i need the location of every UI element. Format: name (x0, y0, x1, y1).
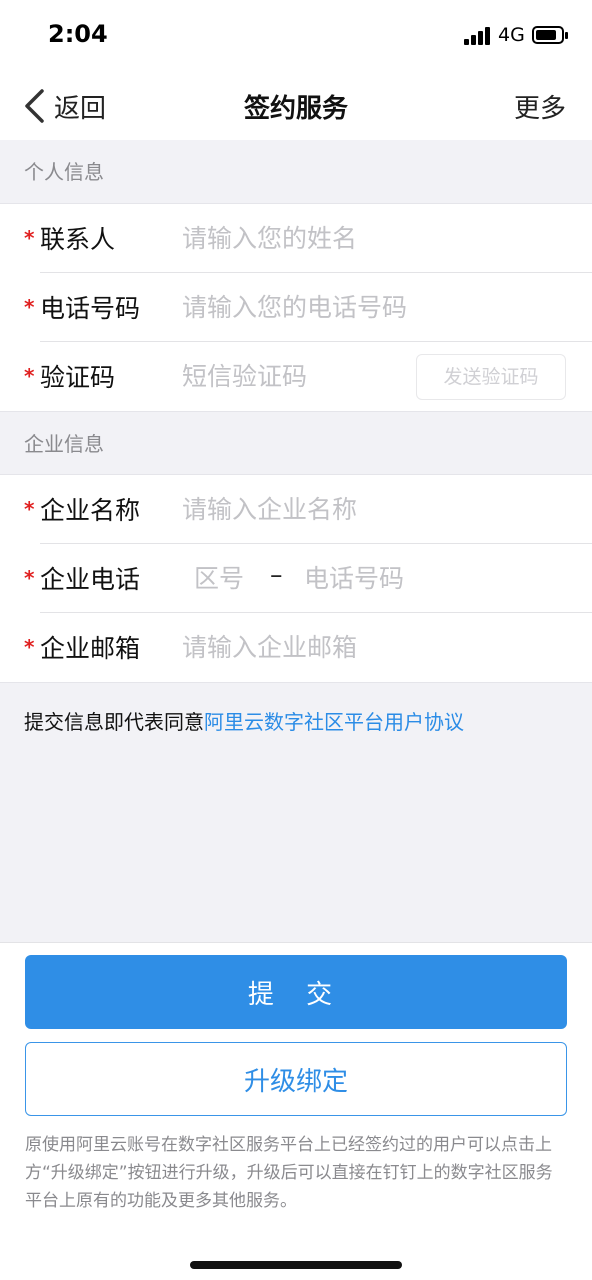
network-type: 4G (498, 24, 525, 46)
company-phone-label: 企业电话 (40, 565, 141, 594)
phone-label: 电话号码 (40, 294, 141, 323)
upgrade-note: 原使用阿里云账号在数字社区服务平台上已经签约过的用户可以点击上方“升级绑定”按钮… (25, 1135, 553, 1211)
back-label: 返回 (54, 93, 107, 124)
contact-input[interactable] (182, 218, 542, 258)
more-button[interactable]: 更多 (514, 88, 566, 125)
nav-bar: 返回 签约服务 更多 (0, 70, 592, 140)
phone-row: * 电话号码 (24, 273, 592, 342)
company-name-row: * 企业名称 (24, 475, 592, 544)
section-header-personal: 个人信息 (24, 160, 104, 184)
company-email-label: 企业邮箱 (40, 634, 141, 663)
agreement-link[interactable]: 阿里云数字社区平台用户协议 (204, 710, 464, 734)
chevron-left-icon (25, 89, 44, 123)
signal-icon (464, 27, 492, 45)
submit-button[interactable]: 提 交 (25, 955, 567, 1029)
company-name-label: 企业名称 (40, 496, 141, 525)
contact-row: * 联系人 (24, 204, 592, 273)
required-mark: * (24, 566, 35, 590)
home-indicator (190, 1261, 402, 1269)
contact-label: 联系人 (40, 225, 116, 254)
send-code-button[interactable]: 发送验证码 (416, 354, 566, 400)
company-email-input[interactable] (182, 627, 542, 667)
agreement-prefix: 提交信息即代表同意 (24, 710, 204, 734)
phone-separator: – (270, 560, 283, 589)
status-bar: 2:04 4G (0, 0, 592, 70)
code-label: 验证码 (40, 363, 116, 392)
required-mark: * (24, 497, 35, 521)
required-mark: * (24, 295, 35, 319)
code-row: * 验证码 发送验证码 (24, 342, 592, 411)
agreement-text: 提交信息即代表同意阿里云数字社区平台用户协议 (24, 706, 464, 735)
status-time: 2:04 (48, 20, 108, 48)
company-name-input[interactable] (182, 489, 542, 529)
company-email-row: * 企业邮箱 (24, 613, 592, 682)
bottom-panel: 提 交 升级绑定 原使用阿里云账号在数字社区服务平台上已经签约过的用户可以点击上… (0, 942, 592, 1280)
company-info-group: * 企业名称 * 企业电话 – * 企业邮箱 (0, 474, 592, 683)
section-header-company: 企业信息 (24, 432, 104, 456)
phone-input[interactable] (182, 287, 542, 327)
code-input[interactable] (182, 356, 402, 396)
required-mark: * (24, 226, 35, 250)
upgrade-bind-button[interactable]: 升级绑定 (25, 1042, 567, 1116)
area-code-input[interactable] (194, 558, 264, 598)
battery-icon (532, 26, 568, 44)
back-button[interactable]: 返回 (22, 86, 106, 126)
required-mark: * (24, 364, 35, 388)
company-phone-input[interactable] (304, 558, 554, 598)
company-phone-row: * 企业电话 – (24, 544, 592, 613)
personal-info-group: * 联系人 * 电话号码 * 验证码 发送验证码 (0, 203, 592, 412)
required-mark: * (24, 635, 35, 659)
